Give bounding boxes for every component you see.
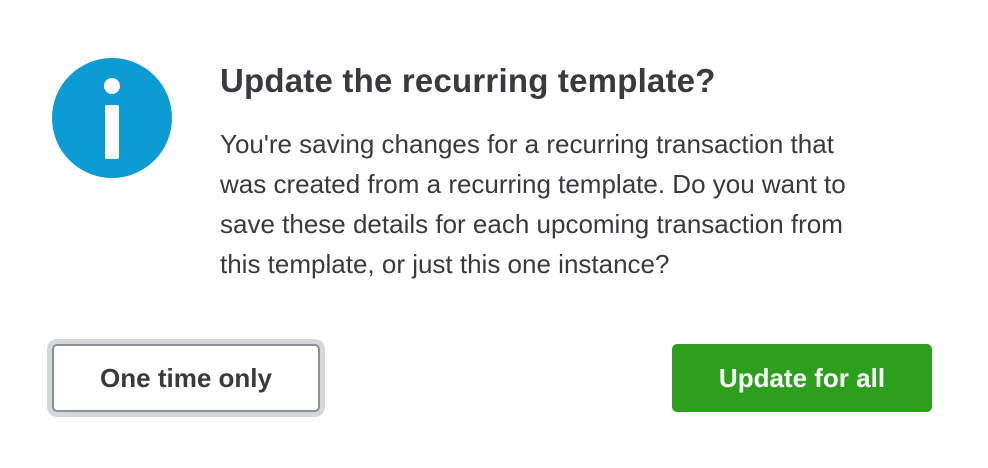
update-for-all-button[interactable]: Update for all xyxy=(672,344,932,412)
one-time-only-button[interactable]: One time only xyxy=(52,344,320,412)
update-recurring-dialog: Update the recurring template? You're sa… xyxy=(0,0,988,468)
info-icon-dot xyxy=(104,78,120,94)
dialog-message: You're saving changes for a recurring tr… xyxy=(220,129,846,279)
info-icon xyxy=(52,58,172,178)
dialog-title: Update the recurring template? xyxy=(220,62,716,99)
info-icon-stem xyxy=(105,105,119,159)
